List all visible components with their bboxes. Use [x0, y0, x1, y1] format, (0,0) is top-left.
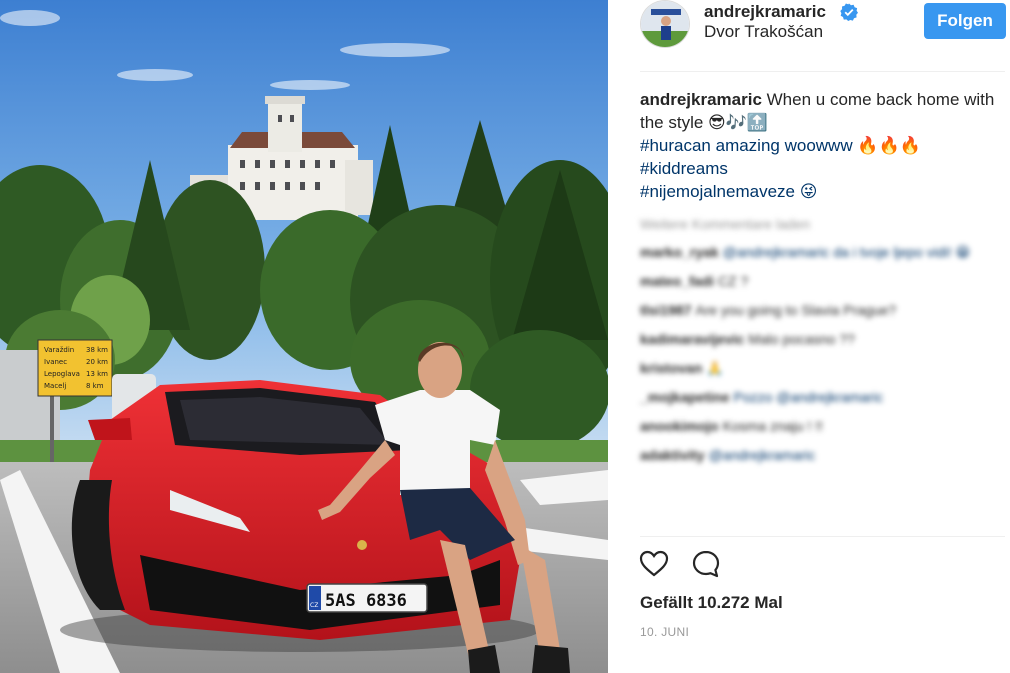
post-photo[interactable]: Varaždin 38 km Ivanec 20 km Lepoglava 13…: [0, 0, 608, 673]
location-link[interactable]: Dvor Trakošćan: [704, 22, 823, 42]
comment: kadimaravijevic Malo pocasno ??: [640, 325, 1000, 354]
photo-canvas: Varaždin 38 km Ivanec 20 km Lepoglava 13…: [0, 0, 608, 673]
comment-username[interactable]: marko_ryak: [640, 244, 719, 260]
sign-row: Ivanec: [44, 358, 67, 366]
comment-username[interactable]: tlsi1987: [640, 302, 691, 318]
comment-username[interactable]: anookimojo: [640, 418, 719, 434]
comment-text: Malo pocasno ??: [748, 331, 855, 347]
comment-icon[interactable]: [690, 548, 722, 580]
comment-text: Pozzo @andrejkramaric: [733, 389, 884, 405]
plate-number: 5AS 6836: [325, 591, 407, 611]
comment-username[interactable]: adaktivity: [640, 447, 705, 463]
sign-row: Lepoglava: [44, 370, 80, 378]
sign-dist: 8 km: [86, 382, 104, 390]
post-caption: andrejkramaric When u come back home wit…: [640, 88, 1000, 203]
post-header: andrejkramaric Dvor Trakošćan Folgen: [608, 0, 1010, 72]
caption-username-link[interactable]: andrejkramaric: [640, 90, 762, 109]
comment: mateo_fadi CZ ?: [640, 267, 1000, 296]
comment: _mojkapetine Pozzo @andrejkramaric: [640, 383, 1000, 412]
comment-username[interactable]: kadimaravijevic: [640, 331, 744, 347]
post-details-panel: andrejkramaric Dvor Trakošćan Folgen and…: [608, 0, 1010, 673]
sign-dist: 20 km: [86, 358, 108, 366]
comment-username[interactable]: mateo_fadi: [640, 273, 714, 289]
hashtag-link[interactable]: #nijemojalnemaveze 😜: [640, 180, 1000, 203]
comment: adaktivity @andrejkramaric: [640, 441, 1000, 470]
load-more-comments-link[interactable]: Weitere Kommentare laden: [640, 210, 1000, 238]
comments-list: Weitere Kommentare laden marko_ryak @andr…: [640, 210, 1000, 470]
divider: [640, 536, 1005, 537]
comment: anookimojo Kosma znaju ! !!: [640, 412, 1000, 441]
comment-text: CZ ?: [717, 273, 749, 289]
comment-text: Kosma znaju ! !!: [722, 418, 823, 434]
comment: kristovan 🙏: [640, 354, 1000, 383]
hashtag-link[interactable]: #kiddreams: [640, 157, 1000, 180]
comment-text: 🙏: [706, 360, 724, 376]
comment: marko_ryak @andrejkramaric da i tvoje lje…: [640, 238, 1000, 267]
comment-username[interactable]: _mojkapetine: [640, 389, 729, 405]
likes-count[interactable]: Gefällt 10.272 Mal: [640, 593, 783, 613]
sign-dist: 13 km: [86, 370, 108, 378]
hashtag-link[interactable]: #huracan amazing woowww 🔥🔥🔥: [640, 134, 1000, 157]
comment-username[interactable]: kristovan: [640, 360, 702, 376]
avatar[interactable]: [640, 0, 690, 48]
comment-text: @andrejkramaric: [708, 447, 816, 463]
sign-dist: 38 km: [86, 346, 108, 354]
verified-badge-icon: [840, 3, 858, 21]
comment: tlsi1987 Are you going to Slavia Prague?: [640, 296, 1000, 325]
plate-country: CZ: [310, 602, 318, 609]
post-date[interactable]: 10. JUNI: [640, 625, 689, 639]
follow-button[interactable]: Folgen: [924, 3, 1006, 39]
comment-text: Are you going to Slavia Prague?: [695, 302, 897, 318]
sign-row: Macelj: [44, 382, 66, 390]
sign-row: Varaždin: [44, 346, 74, 354]
divider: [640, 71, 1005, 72]
comment-text: @andrejkramaric da i tvoje ljepo vidi! 😁: [722, 244, 971, 260]
username-link[interactable]: andrejkramaric: [704, 2, 826, 22]
heart-icon[interactable]: [638, 548, 670, 580]
